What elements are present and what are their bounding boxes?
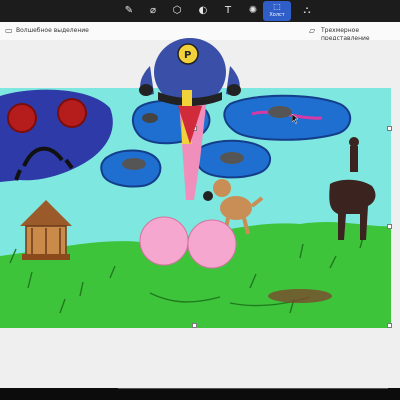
magic-select-icon[interactable]: ▭ (5, 26, 13, 35)
svg-text:P: P (184, 50, 191, 61)
resize-handle-bottom-right[interactable] (387, 323, 392, 328)
monster-eye-left (7, 103, 37, 133)
text-icon[interactable]: T (219, 2, 237, 20)
fill-icon[interactable]: ◐ (194, 2, 212, 20)
marker-icon[interactable]: ⌀ (144, 2, 162, 20)
effects-icon[interactable]: ✺ (244, 2, 262, 20)
tab-canvas[interactable]: ⬚ Холст (263, 1, 291, 21)
view-icon[interactable]: ⛬ (298, 2, 316, 20)
cloud-left (100, 149, 162, 188)
shapes-icon[interactable]: ⬡ (168, 2, 186, 20)
figure-ball-left (139, 216, 189, 266)
cloud-middle (194, 139, 272, 179)
figure-ball-right (187, 219, 237, 269)
perspective-icon[interactable]: ▱ (309, 26, 315, 35)
superhero-3d-model[interactable]: P (132, 32, 252, 144)
puddle (268, 289, 332, 303)
magic-select-label[interactable]: Волшебное выделение (16, 27, 89, 35)
taskbar (0, 388, 400, 400)
resize-handle-right[interactable] (387, 224, 392, 229)
progress-line (118, 388, 388, 389)
top-toolbar: ✎ ⌀ ⬡ ◐ T ✺ ⬚ Холст ⛬ (0, 0, 400, 23)
monster-eye-right (57, 98, 87, 128)
brush-icon[interactable]: ✎ (120, 2, 138, 20)
mouse-cursor-icon (292, 114, 299, 124)
resize-handle-bottom[interactable] (192, 323, 197, 328)
tab-canvas-label: Холст (269, 12, 285, 18)
resize-handle-top-right[interactable] (387, 126, 392, 131)
